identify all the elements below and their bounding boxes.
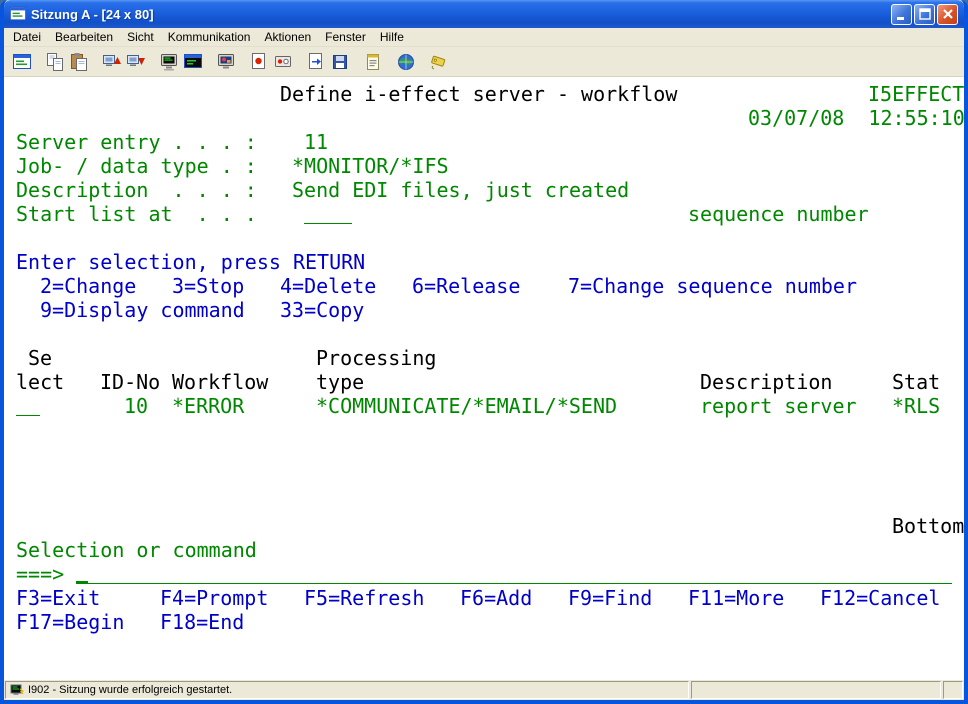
row-select-input[interactable] [16, 394, 40, 416]
header-description: Description [700, 370, 832, 394]
menu-datei[interactable]: Datei [6, 28, 48, 46]
header-id-no: ID-No [100, 370, 160, 394]
terminal-window-icon[interactable] [10, 50, 34, 74]
minimize-button[interactable] [891, 4, 912, 25]
selection-or-command-label: Selection or command [16, 538, 257, 562]
application-window: Sitzung A - [24 x 80] Datei Bearbeiten S… [0, 0, 968, 704]
fkey-f11-more[interactable]: F11=More [688, 586, 784, 610]
server-entry-value: 11 [304, 130, 328, 154]
menubar: Datei Bearbeiten Sicht Kommunikation Akt… [4, 28, 964, 47]
system-name: I5EFFECT [868, 82, 964, 106]
row-processing-type: *COMMUNICATE/*EMAIL/*SEND [316, 394, 617, 418]
option-4-delete: 4=Delete [280, 274, 376, 298]
row-stat: *RLS [892, 394, 940, 418]
job-data-type-value: *MONITOR/*IFS [292, 154, 449, 178]
fkey-f3-exit[interactable]: F3=Exit [16, 586, 100, 610]
header-workflow: Workflow [172, 370, 268, 394]
close-button[interactable] [937, 4, 958, 25]
sequence-number-hint: sequence number [688, 202, 869, 226]
option-33-copy: 33=Copy [280, 298, 364, 322]
titlebar[interactable]: Sitzung A - [24 x 80] [4, 0, 964, 28]
statusbar-message-panel: I902 - Sitzung wurde erfolgreich gestart… [5, 681, 689, 699]
option-2-change: 2=Change [40, 274, 136, 298]
option-7-change-sequence: 7=Change sequence number [568, 274, 857, 298]
option-6-release: 6=Release [412, 274, 520, 298]
green-screen-monitor-icon[interactable] [157, 50, 181, 74]
screen-title: Define i-effect server - workflow [280, 82, 677, 106]
terminal-screen[interactable]: Define i-effect server - workflow I5EFFEC… [4, 77, 964, 680]
bottom-indicator: Bottom [892, 514, 964, 538]
row-workflow: *ERROR [172, 394, 244, 418]
statusbar-message: I902 - Sitzung wurde erfolgreich gestart… [28, 684, 232, 696]
application-icon [9, 5, 27, 23]
header-type: type [316, 370, 364, 394]
disk-icon[interactable] [328, 50, 352, 74]
window-title: Sitzung A - [24 x 80] [31, 7, 891, 22]
text-cursor [76, 581, 88, 584]
fkey-f12-cancel[interactable]: F12=Cancel [820, 586, 940, 610]
statusbar-panel-secondary [691, 681, 941, 699]
description-value: Send EDI files, just created [292, 178, 629, 202]
statusbar: I902 - Sitzung wurde erfolgreich gestart… [4, 680, 964, 700]
record-red-dot-icon[interactable] [247, 50, 271, 74]
arrow-document-icon[interactable] [304, 50, 328, 74]
description-label: Description . . . : [16, 178, 257, 202]
fkey-f5-refresh[interactable]: F5=Refresh [304, 586, 424, 610]
paste-document-icon[interactable] [67, 50, 91, 74]
job-data-type-label: Job- / data type . : [16, 154, 257, 178]
copy-documents-icon[interactable] [43, 50, 67, 74]
enter-selection-prompt: Enter selection, press RETURN [16, 250, 365, 274]
statusbar-panel-corner [943, 681, 963, 699]
command-input[interactable] [76, 562, 952, 584]
menu-hilfe[interactable]: Hilfe [373, 28, 411, 46]
header-processing: Processing [316, 346, 436, 370]
image-monitor-icon[interactable] [214, 50, 238, 74]
session-status-icon [10, 683, 24, 697]
maximize-button[interactable] [914, 4, 935, 25]
menu-sicht[interactable]: Sicht [120, 28, 161, 46]
menu-kommunikation[interactable]: Kommunikation [161, 28, 258, 46]
camera-red-icon[interactable] [271, 50, 295, 74]
server-entry-label: Server entry . . . : [16, 130, 257, 154]
row-description: report server [700, 394, 857, 418]
fkey-f18-end[interactable]: F18=End [160, 610, 244, 634]
date-time: 03/07/08 12:55:10 [748, 106, 964, 130]
globe-icon[interactable] [394, 50, 418, 74]
header-se: Se [28, 346, 52, 370]
fkey-f4-prompt[interactable]: F4=Prompt [160, 586, 268, 610]
fkey-f9-find[interactable]: F9=Find [568, 586, 652, 610]
menu-bearbeiten[interactable]: Bearbeiten [48, 28, 120, 46]
option-3-stop: 3=Stop [172, 274, 244, 298]
tag-icon[interactable] [427, 50, 451, 74]
upload-computer-icon[interactable] [100, 50, 124, 74]
menu-aktionen[interactable]: Aktionen [257, 28, 318, 46]
option-9-display-command: 9=Display command [40, 298, 245, 322]
fkey-f17-begin[interactable]: F17=Begin [16, 610, 124, 634]
header-lect: lect [16, 370, 64, 394]
start-list-at-label: Start list at . . . [16, 202, 257, 226]
download-computer-icon[interactable] [124, 50, 148, 74]
menu-fenster[interactable]: Fenster [318, 28, 373, 46]
green-screen-window-icon[interactable] [181, 50, 205, 74]
start-list-at-input[interactable] [304, 202, 352, 224]
row-id-no: 10 [124, 394, 148, 418]
fkey-f6-add[interactable]: F6=Add [460, 586, 532, 610]
toolbar [4, 47, 964, 77]
command-arrow: ===> [16, 562, 64, 586]
header-stat: Stat [892, 370, 940, 394]
notepad-icon[interactable] [361, 50, 385, 74]
